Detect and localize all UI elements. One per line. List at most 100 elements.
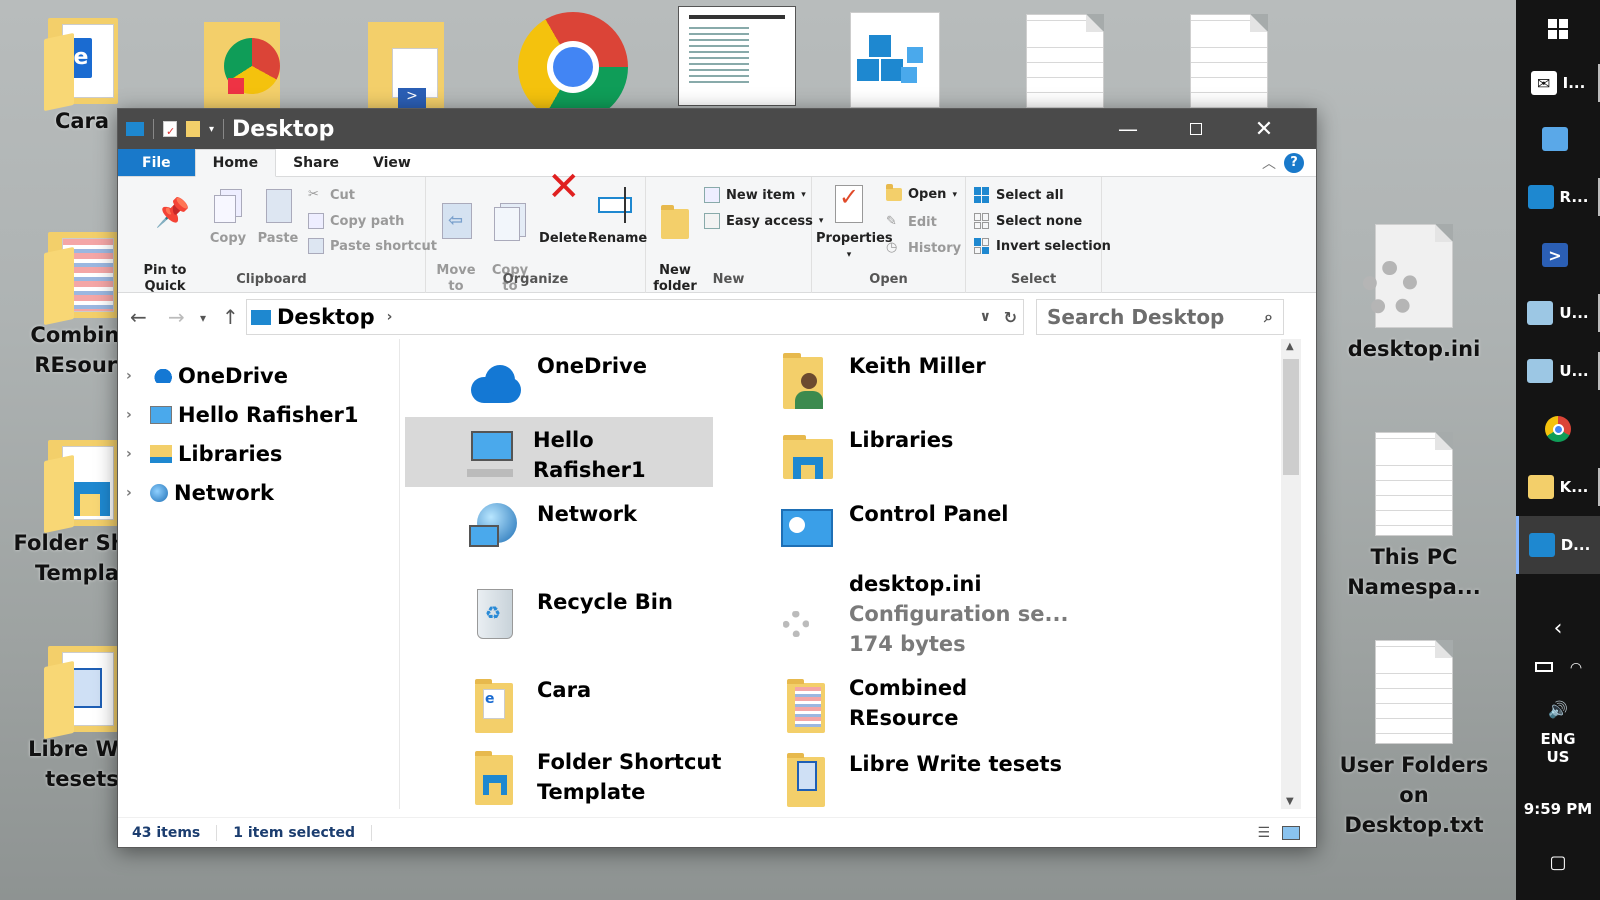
tree-item-onedrive[interactable]: › OneDrive — [126, 359, 288, 393]
file-item-libre-write-tesets[interactable]: Libre Write tesets — [779, 749, 1062, 809]
back-arrow-icon[interactable]: ← — [130, 305, 147, 329]
taskbar-item-u2[interactable]: U... — [1516, 342, 1600, 400]
recent-locations-chevron-icon[interactable]: ▾ — [200, 311, 206, 325]
properties-qa-icon[interactable]: ✓ — [163, 121, 177, 138]
maximize-button[interactable] — [1162, 109, 1230, 149]
address-bar[interactable]: Desktop › ∨ ↻ — [246, 299, 1024, 335]
taskbar-item-search-app[interactable] — [1516, 110, 1600, 168]
notepad-icon — [1527, 359, 1554, 383]
expand-chevron-icon[interactable]: › — [126, 485, 146, 501]
tab-file[interactable]: File — [118, 149, 195, 176]
desktop-icon-desktop-ini[interactable]: desktop.ini — [1334, 224, 1494, 364]
invert-selection-button[interactable]: Invert selection — [974, 238, 1111, 254]
properties-button[interactable]: ✓ Properties ▾ — [816, 185, 893, 263]
open-button[interactable]: Open ▾ — [886, 184, 957, 202]
up-arrow-icon[interactable]: ↑ — [222, 305, 239, 329]
start-button[interactable] — [1516, 0, 1600, 58]
forward-arrow-icon[interactable]: → — [168, 305, 185, 329]
customize-qa-chevron-icon[interactable]: ▾ — [209, 124, 214, 135]
file-item-desktop-ini[interactable]: desktop.ini Configuration se... 174 byte… — [779, 569, 1068, 659]
battery-icon[interactable] — [1534, 662, 1553, 672]
expand-chevron-icon[interactable]: › — [126, 368, 146, 384]
scrollbar-thumb[interactable] — [1283, 359, 1299, 475]
tab-view[interactable]: View — [356, 149, 428, 176]
tree-item-hello-rafisher1[interactable]: › Hello Rafisher1 — [126, 398, 359, 432]
onedrive-cloud-icon — [467, 351, 525, 411]
file-item-recycle-bin[interactable]: ♻ Recycle Bin — [467, 587, 673, 647]
recycle-bin-icon: ♻ — [467, 587, 525, 647]
open-folder-icon — [886, 184, 902, 201]
new-folder-qa-icon[interactable] — [186, 121, 200, 137]
folder-icon — [204, 18, 284, 108]
file-item-folder-shortcut-template[interactable]: Folder Shortcut Template — [467, 747, 721, 807]
tab-home[interactable]: Home — [194, 149, 277, 177]
taskbar-item-u1[interactable]: U... — [1516, 284, 1600, 342]
expand-chevron-icon[interactable]: › — [126, 446, 146, 462]
breadcrumb-desktop[interactable]: Desktop — [277, 305, 375, 329]
language-indicator[interactable]: ENG US — [1516, 730, 1600, 766]
file-item-hello-rafisher1[interactable]: Hello Rafisher1 — [405, 417, 713, 487]
delete-button[interactable]: ✕ Delete — [538, 167, 588, 247]
file-item-keith-miller[interactable]: Keith Miller — [779, 351, 986, 411]
vertical-scrollbar[interactable]: ▲ ▼ — [1281, 339, 1301, 809]
text-file-icon — [1190, 14, 1268, 118]
volume-icon[interactable]: 🔊 — [1516, 700, 1600, 719]
help-icon[interactable]: ? — [1284, 153, 1304, 173]
details-view-icon[interactable]: ☰ — [1257, 825, 1270, 841]
file-item-onedrive[interactable]: OneDrive — [467, 351, 647, 411]
copy-path-icon — [308, 213, 324, 229]
select-none-icon — [974, 213, 990, 229]
folder-icon — [44, 642, 120, 740]
clock[interactable]: 9:59 PM — [1516, 800, 1600, 818]
taskbar-item-powershell[interactable]: > — [1516, 226, 1600, 284]
taskbar-item-desktop[interactable]: D... — [1516, 516, 1600, 574]
paste-button[interactable]: Paste — [256, 185, 300, 247]
show-hidden-icons-chevron-icon[interactable]: ‹ — [1516, 616, 1600, 641]
close-button[interactable]: ✕ — [1230, 109, 1298, 149]
history-button[interactable]: ◷ History — [886, 240, 961, 256]
action-center-icon[interactable]: ▢ — [1516, 852, 1600, 873]
tree-item-network[interactable]: › Network — [126, 476, 274, 510]
search-input[interactable]: Search Desktop ⌕ — [1036, 299, 1284, 335]
refresh-icon[interactable]: ↻ — [1004, 308, 1017, 327]
tree-item-libraries[interactable]: › Libraries — [126, 437, 282, 471]
select-all-button[interactable]: Select all — [974, 187, 1064, 203]
group-organize: ⇦ Move to Copy to ✕ Delete Rename Organi… — [426, 167, 647, 294]
cut-button[interactable]: ✂ Cut — [308, 187, 355, 203]
tab-share[interactable]: Share — [276, 149, 356, 176]
copy-path-button[interactable]: Copy path — [308, 213, 404, 229]
desktop-icon-this-pc-namespace[interactable]: This PC Namespa... — [1334, 432, 1494, 602]
collapse-ribbon-chevron-icon[interactable]: ︿ — [1262, 153, 1276, 173]
easy-access-button[interactable]: Easy access ▾ — [704, 213, 823, 229]
text-file-icon — [1375, 640, 1453, 744]
expand-chevron-icon[interactable]: › — [126, 407, 146, 423]
file-item-combined-resource[interactable]: Combined REsource — [779, 673, 967, 733]
desktop-icon-user-folders-txt[interactable]: User Folders on Desktop.txt — [1334, 640, 1494, 840]
taskbar-item-keith[interactable]: K... — [1516, 458, 1600, 516]
taskbar-item-mail[interactable]: ✉ I... — [1516, 54, 1600, 112]
scroll-up-arrow-icon[interactable]: ▲ — [1286, 341, 1294, 352]
wifi-icon[interactable]: ◠ — [1571, 660, 1582, 676]
file-item-libraries[interactable]: Libraries — [779, 425, 953, 485]
computer-icon — [150, 406, 172, 424]
edit-button[interactable]: ✎ Edit — [886, 214, 937, 230]
select-none-button[interactable]: Select none — [974, 213, 1082, 229]
taskbar-item-chrome[interactable] — [1516, 400, 1600, 458]
chrome-icon — [1545, 416, 1571, 442]
address-history-chevron-icon[interactable]: ∨ — [980, 309, 991, 325]
file-item-cara[interactable]: e Cara — [467, 675, 591, 735]
copy-icon — [210, 185, 246, 225]
file-item-control-panel[interactable]: Control Panel — [779, 499, 1009, 559]
scroll-down-arrow-icon[interactable]: ▼ — [1286, 796, 1294, 807]
registry-icon — [1527, 185, 1554, 209]
paste-shortcut-button[interactable]: Paste shortcut — [308, 238, 437, 254]
large-icons-view-icon[interactable] — [1282, 825, 1300, 840]
new-item-button[interactable]: New item ▾ — [704, 187, 806, 203]
minimize-button[interactable]: — — [1094, 109, 1162, 149]
rename-button[interactable]: Rename — [588, 185, 647, 247]
copy-button[interactable]: Copy — [206, 185, 250, 247]
taskbar-item-regedit[interactable]: R... — [1516, 168, 1600, 226]
status-bar: 43 items 1 item selected ☰ — [118, 817, 1316, 847]
file-item-network[interactable]: Network — [467, 499, 637, 559]
breadcrumb-chevron-icon[interactable]: › — [387, 309, 393, 325]
